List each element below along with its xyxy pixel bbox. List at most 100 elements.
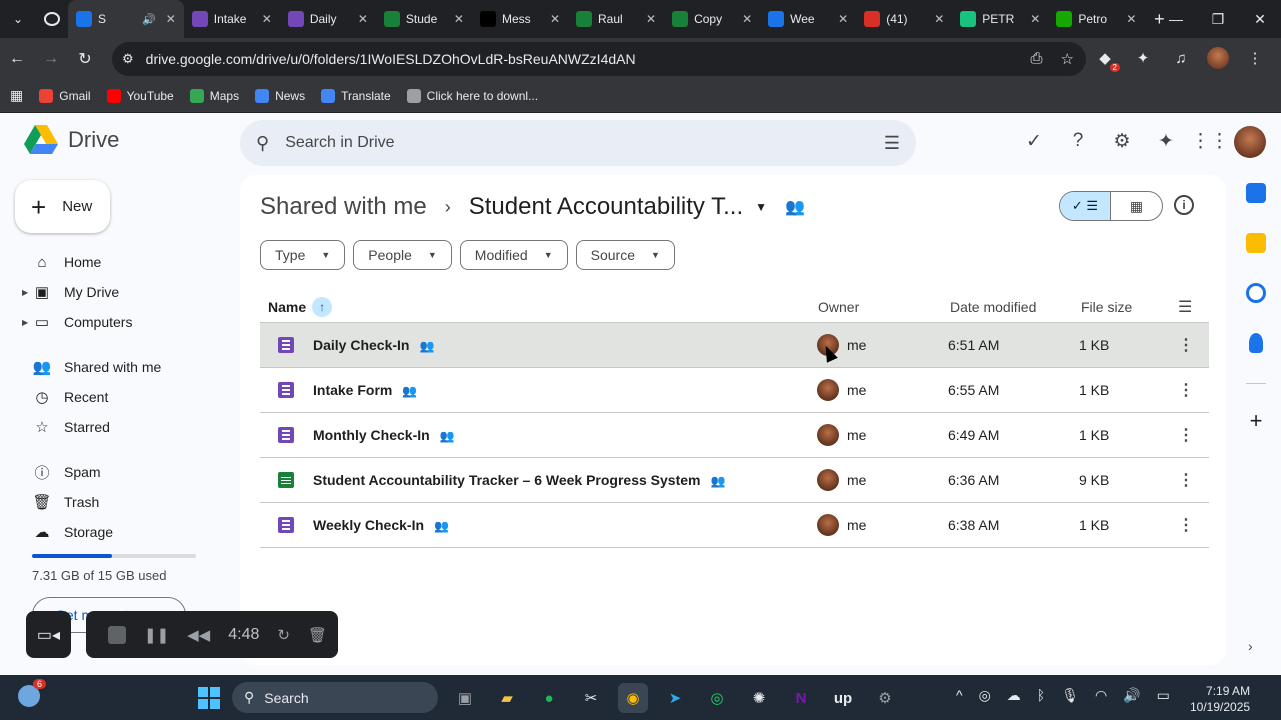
list-view-button[interactable]: ✓ ☰ <box>1060 192 1112 220</box>
contacts-icon[interactable] <box>1249 333 1263 353</box>
column-header-file-size[interactable]: File size <box>1081 291 1132 323</box>
volume-icon[interactable]: 🔊 <box>1123 687 1140 704</box>
breadcrumb-current[interactable]: Student Accountability T... <box>469 193 743 221</box>
more-actions-icon[interactable]: ⋮ <box>1178 335 1194 355</box>
browser-tab[interactable]: Stude ✕ <box>376 0 472 38</box>
more-actions-icon[interactable]: ⋮ <box>1178 425 1194 445</box>
close-window-icon[interactable]: ✕ <box>1239 0 1281 38</box>
microphone-icon[interactable]: 🎙 <box>1061 687 1079 704</box>
sidebar-item-home[interactable]: ⌂ Home <box>0 247 230 277</box>
chatgpt-icon[interactable]: ✺ <box>744 683 774 713</box>
taskbar-clock[interactable]: 7:19 AM 10/19/2025 <box>1190 683 1250 715</box>
more-actions-icon[interactable]: ⋮ <box>1178 470 1194 490</box>
more-actions-icon[interactable]: ⋮ <box>1178 515 1194 535</box>
keep-icon[interactable] <box>1246 233 1266 253</box>
back-icon[interactable]: ← <box>0 50 34 68</box>
close-tab-icon[interactable]: ✕ <box>742 12 752 26</box>
stop-recording-button[interactable] <box>108 625 126 644</box>
tab-record[interactable] <box>36 0 68 38</box>
filter-chip[interactable]: People ▼ <box>353 240 452 270</box>
close-tab-icon[interactable]: ✕ <box>262 12 272 26</box>
bookmark-star-icon[interactable]: ☆ <box>1061 50 1074 68</box>
start-button-icon[interactable] <box>198 687 220 709</box>
wifi-icon[interactable]: ◠ <box>1095 687 1107 704</box>
close-tab-icon[interactable]: ✕ <box>934 12 944 26</box>
onenote-icon[interactable]: N <box>786 683 816 713</box>
sidebar-item-spam[interactable]: ⓘ Spam <box>0 457 230 487</box>
restart-icon[interactable]: ↻ <box>277 626 290 644</box>
file-explorer-icon[interactable]: ▰ <box>492 683 522 713</box>
audio-icon[interactable]: 🔊 <box>142 13 156 26</box>
close-tab-icon[interactable]: ✕ <box>358 12 368 26</box>
filter-chip[interactable]: Type ▼ <box>260 240 346 270</box>
table-row[interactable]: Monthly Check-In 👥 me 6:49 AM 1 KB ⋮ <box>260 413 1209 458</box>
weather-widget-icon[interactable]: 6 <box>18 679 46 707</box>
close-tab-icon[interactable]: ✕ <box>838 12 848 26</box>
browser-tab[interactable]: Mess ✕ <box>472 0 568 38</box>
close-tab-icon[interactable]: ✕ <box>1126 12 1136 26</box>
sidebar-item-storage[interactable]: ☁ Storage <box>0 517 230 547</box>
table-row[interactable]: Intake Form 👥 me 6:55 AM 1 KB ⋮ <box>260 368 1209 413</box>
sidebar-item-trash[interactable]: 🗑 Trash <box>0 487 230 517</box>
table-row[interactable]: Daily Check-In 👥 me 6:51 AM 1 KB ⋮ <box>260 323 1209 368</box>
taskbar-search[interactable]: ⚲ Search <box>232 682 438 713</box>
apps-grid-icon[interactable]: ▦ <box>10 87 23 104</box>
media-control-icon[interactable]: ♫ <box>1169 46 1193 70</box>
browser-tab[interactable]: Wee ✕ <box>760 0 856 38</box>
close-tab-icon[interactable]: ✕ <box>454 12 464 26</box>
gemini-icon[interactable]: ✦ <box>1154 129 1178 153</box>
sidebar-item-my-drive[interactable]: ▶ ▣ My Drive <box>0 277 230 307</box>
forward-icon[interactable]: → <box>34 50 68 68</box>
settings-icon[interactable]: ⚙ <box>870 683 900 713</box>
spotify-icon[interactable]: ● <box>534 683 564 713</box>
install-icon[interactable]: ⎙ <box>1031 50 1043 68</box>
search-icon[interactable]: ⚲ <box>256 133 269 154</box>
close-tab-icon[interactable]: ✕ <box>646 12 656 26</box>
camera-toggle-button[interactable]: ▭◂ <box>26 611 71 658</box>
expand-caret-icon[interactable]: ▶ <box>22 288 28 297</box>
expand-caret-icon[interactable]: ▶ <box>22 318 28 327</box>
sidebar-item-shared[interactable]: 👥 Shared with me <box>0 352 230 382</box>
sidebar-item-starred[interactable]: ☆ Starred <box>0 412 230 442</box>
sidebar-item-computers[interactable]: ▶ ▭ Computers <box>0 307 230 337</box>
upwork-icon[interactable]: up <box>828 683 858 713</box>
close-tab-icon[interactable]: ✕ <box>550 12 560 26</box>
close-tab-icon[interactable]: ✕ <box>166 12 176 26</box>
google-apps-icon[interactable]: ⋮⋮ <box>1191 129 1229 153</box>
browser-tab[interactable]: S 🔊 ✕ <box>68 0 184 38</box>
bookmark-item[interactable]: Maps <box>189 88 239 103</box>
tray-overflow-icon[interactable]: ^ <box>956 687 963 704</box>
discard-icon[interactable]: 🗑 <box>308 626 327 644</box>
address-bar[interactable]: ⚙ drive.google.com/drive/u/0/folders/1IW… <box>112 42 1086 76</box>
rewind-icon[interactable]: ◀◀ <box>187 626 210 644</box>
battery-icon[interactable]: ▭ <box>1157 687 1170 704</box>
column-header-name[interactable]: Name ↑ <box>268 291 333 323</box>
browser-tab[interactable]: Petro ✕ <box>1048 0 1144 38</box>
expand-side-panel-icon[interactable]: › <box>1248 638 1253 654</box>
table-row[interactable]: Weekly Check-In 👥 me 6:38 AM 1 KB ⋮ <box>260 503 1209 548</box>
offline-ready-icon[interactable]: ✓ <box>1022 129 1046 153</box>
chrome-icon[interactable]: ◉ <box>618 683 648 713</box>
browser-tab[interactable]: (41) ✕ <box>856 0 952 38</box>
location-icon[interactable]: ◎ <box>979 687 991 704</box>
extensions-puzzle-icon[interactable]: ✦ <box>1131 46 1155 70</box>
browser-tab[interactable]: PETR ✕ <box>952 0 1048 38</box>
folder-dropdown-icon[interactable]: ▼ <box>755 200 767 214</box>
filter-chip[interactable]: Modified ▼ <box>459 240 568 270</box>
sidebar-item-recent[interactable]: ◷ Recent <box>0 382 230 412</box>
browser-tab[interactable]: Intake ✕ <box>184 0 280 38</box>
add-addons-icon[interactable]: + <box>1236 408 1276 434</box>
browser-tab[interactable]: Raul ✕ <box>568 0 664 38</box>
grid-view-button[interactable]: ▦ <box>1111 192 1162 220</box>
drive-logo[interactable]: Drive <box>24 125 119 155</box>
search-options-icon[interactable]: ☰ <box>884 133 900 154</box>
tab-search-icon[interactable]: ⌄ <box>0 0 36 38</box>
details-info-icon[interactable]: i <box>1174 195 1194 215</box>
extension-icon[interactable]: ◆ 2 <box>1093 46 1120 72</box>
column-header-date-modified[interactable]: Date modified <box>950 291 1036 323</box>
reload-icon[interactable]: ↻ <box>68 49 102 69</box>
whatsapp-icon[interactable]: ◎ <box>702 683 732 713</box>
tasks-icon[interactable] <box>1246 283 1266 303</box>
browser-menu-icon[interactable]: ⋮ <box>1243 46 1267 70</box>
onedrive-icon[interactable]: ☁ <box>1007 687 1021 704</box>
